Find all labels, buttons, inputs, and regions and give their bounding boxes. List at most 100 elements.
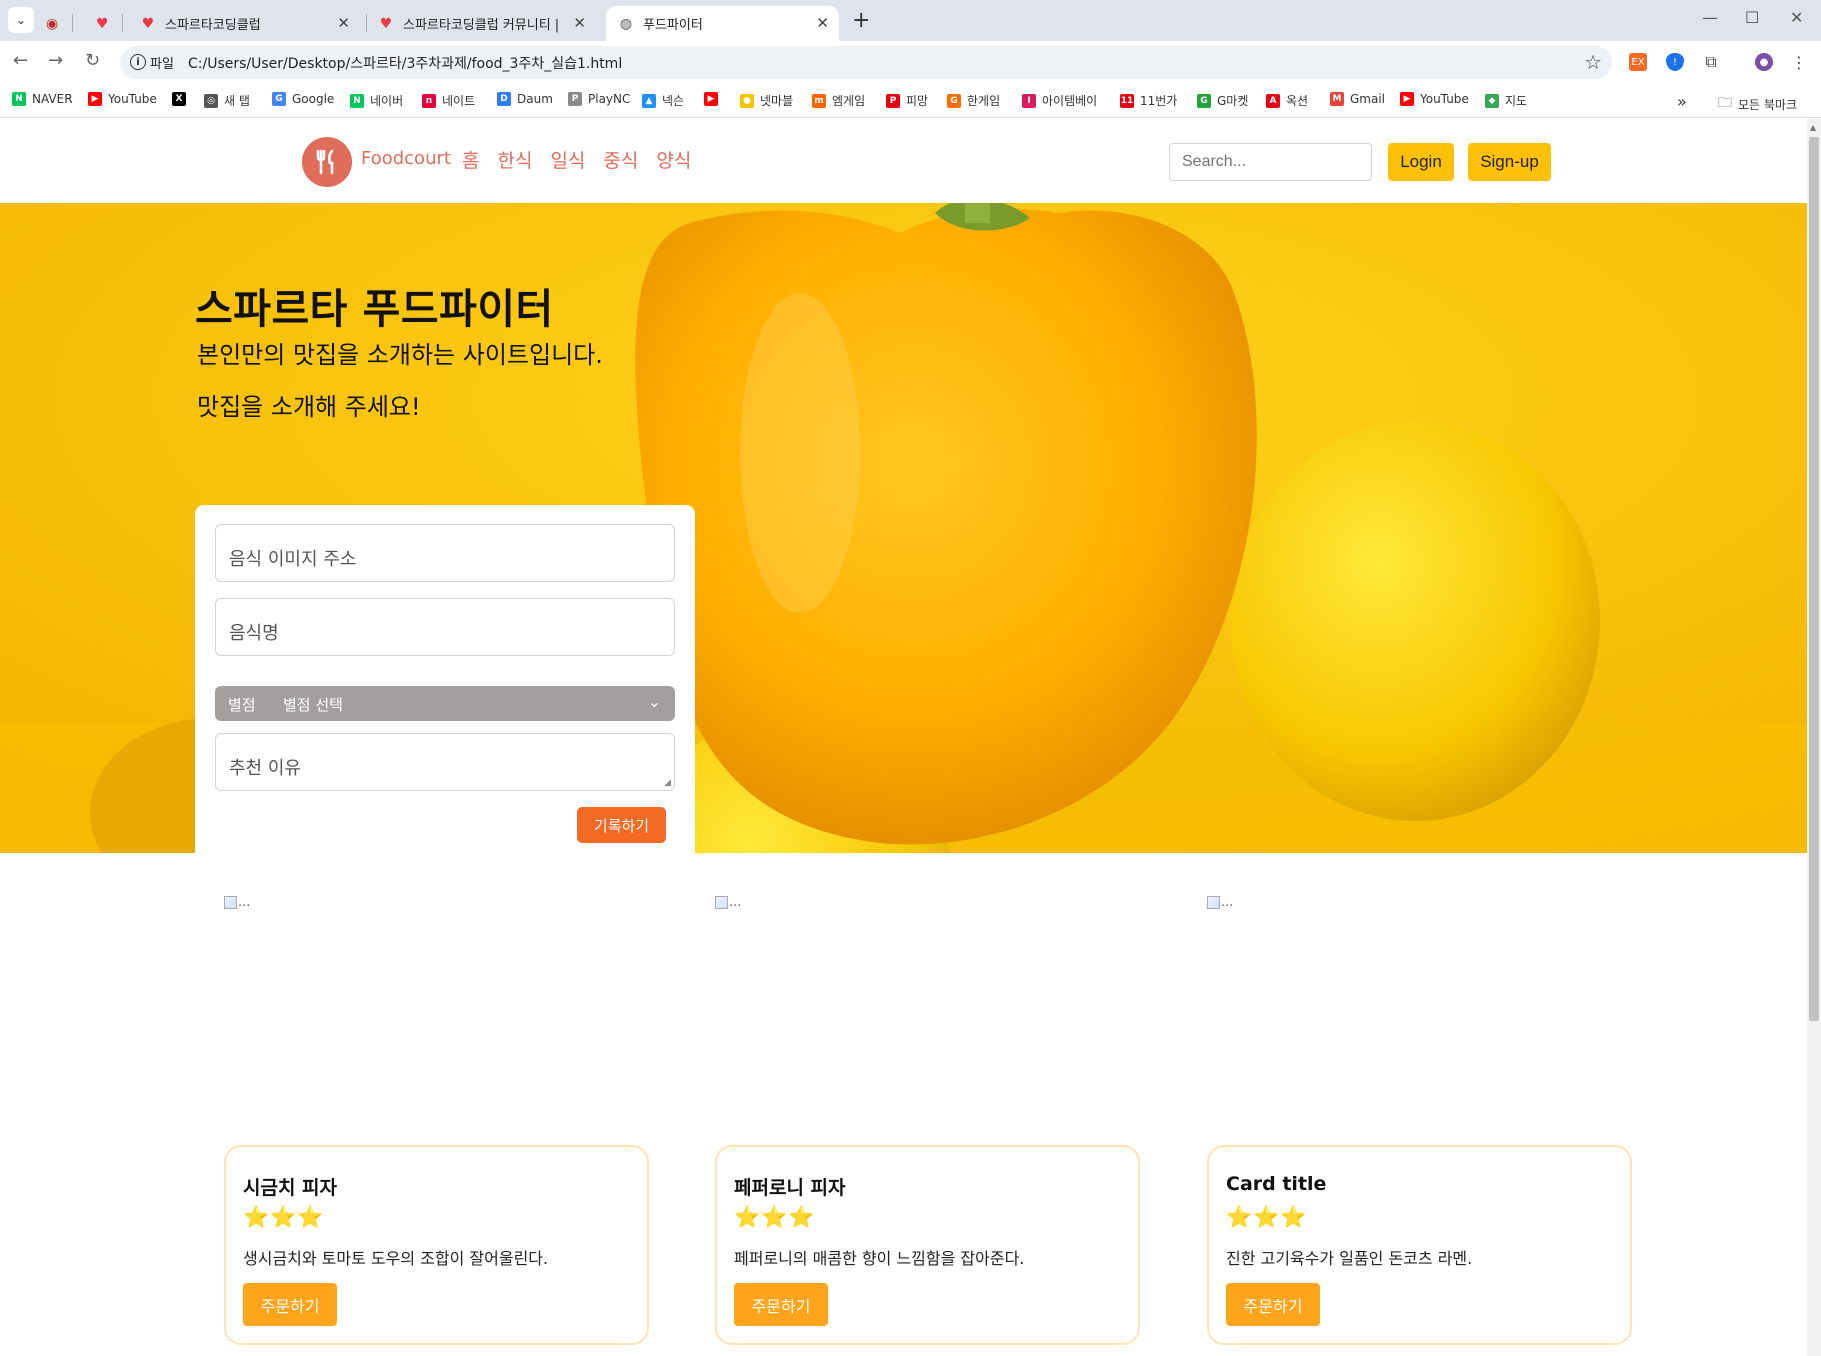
rating-select[interactable]: 별점 별점 선택 ⌄ <box>215 686 675 721</box>
search-input[interactable] <box>1169 143 1372 181</box>
minimize-icon[interactable]: — <box>1702 8 1718 27</box>
fork-knife-logo-icon[interactable] <box>302 137 352 187</box>
bookmark-item[interactable]: G 한게임 <box>947 92 1000 109</box>
bookmark-star-icon[interactable]: ☆ <box>1584 50 1602 74</box>
brand-name[interactable]: Foodcourt <box>361 148 451 169</box>
reload-icon[interactable]: ↻ <box>85 50 100 71</box>
bookmark-favicon-icon: I <box>1022 93 1036 108</box>
bookmark-label: Google <box>292 92 335 106</box>
image-alt-text: ... <box>238 895 251 910</box>
bookmark-item[interactable]: ▶ YouTube <box>88 92 157 106</box>
bookmark-favicon-icon: G <box>947 93 961 108</box>
url-text[interactable]: C:/Users/User/Desktop/스파르타/3주차과제/food_3주… <box>188 53 622 73</box>
heart-icon: ♥ <box>379 15 393 32</box>
bookmark-label: Gmail <box>1350 92 1386 106</box>
close-tab-icon[interactable]: ✕ <box>573 14 586 32</box>
close-tab-icon[interactable]: ✕ <box>337 14 350 32</box>
bookmark-item[interactable]: N 네이버 <box>350 92 403 109</box>
bookmark-label: NAVER <box>32 92 73 106</box>
site-info-icon[interactable]: i <box>130 54 146 70</box>
bookmark-label: 한게임 <box>967 94 1001 108</box>
food-name-input[interactable]: 음식명 <box>215 598 675 656</box>
shield-extension-icon[interactable]: ! <box>1666 53 1684 71</box>
signup-button[interactable]: Sign-up <box>1468 143 1551 181</box>
nav-japanese[interactable]: 일식 <box>550 146 585 173</box>
bookmark-item[interactable]: X <box>172 92 192 106</box>
tab-sparta-coding[interactable]: ♥ 스파르타코딩클럽 ✕ <box>140 6 360 41</box>
submit-button[interactable]: 기록하기 <box>577 807 666 843</box>
bookmark-item[interactable]: m 엠게임 <box>812 92 865 109</box>
food-card: Card title ⭐⭐⭐ 진한 고기육수가 일품인 돈코츠 라멘. 주문하기 <box>1207 1145 1632 1345</box>
page-scrollbar[interactable]: ▲ <box>1807 119 1821 1356</box>
maximize-icon[interactable]: ☐ <box>1745 8 1759 27</box>
address-bar[interactable]: i 파일 C:/Users/User/Desktop/스파르타/3주차과제/fo… <box>120 46 1612 79</box>
bookmark-favicon-icon: ◆ <box>1485 93 1499 108</box>
all-bookmarks-folder[interactable]: 🗀 모든 북마크 <box>1718 92 1797 116</box>
bookmark-item[interactable]: D Daum <box>497 92 553 106</box>
tab-pinned-heart[interactable]: ♥ <box>96 6 116 41</box>
scroll-thumb[interactable] <box>1809 137 1819 1021</box>
puzzle-extensions-icon[interactable]: ⧉ <box>1702 52 1720 71</box>
order-button[interactable]: 주문하기 <box>734 1283 828 1326</box>
nav-western[interactable]: 양식 <box>656 146 691 173</box>
hero-title: 스파르타 푸드파이터 <box>195 285 554 333</box>
bookmark-label: 넷마블 <box>760 94 794 108</box>
bookmark-favicon-icon: m <box>812 93 826 108</box>
bookmark-label: PlayNC <box>588 92 631 106</box>
extension-ex-icon[interactable]: EX <box>1629 53 1647 71</box>
new-tab-plus-icon[interactable]: + <box>852 8 870 33</box>
tab-sparta-community[interactable]: ♥ 스파르타코딩클럽 커뮤니티 | ✕ <box>378 6 596 41</box>
tab-title: 푸드파이터 <box>643 18 703 33</box>
record-icon: ◉ <box>46 15 59 32</box>
bookmark-item[interactable]: G G마켓 <box>1197 92 1248 109</box>
bookmark-item[interactable]: ▶ <box>704 92 724 106</box>
card-text: 진한 고기육수가 일품인 돈코츠 라멘. <box>1226 1249 1473 1268</box>
login-button[interactable]: Login <box>1388 143 1454 181</box>
bookmark-favicon-icon: ◎ <box>204 93 218 108</box>
browser-menu-icon[interactable]: ⋮ <box>1790 53 1808 72</box>
bookmark-item[interactable]: ◎ 새 탭 <box>204 92 250 109</box>
star-rating: ⭐⭐⭐ <box>734 1205 816 1229</box>
bookmark-favicon-icon: D <box>497 92 511 106</box>
bookmarks-overflow-icon[interactable]: » <box>1677 92 1687 111</box>
back-arrow-icon[interactable]: ← <box>13 50 28 71</box>
bookmark-item[interactable]: P 피망 <box>886 92 928 109</box>
bookmark-item[interactable]: G Google <box>272 92 334 106</box>
tab-title: 스파르타코딩클럽 <box>165 18 261 33</box>
chevron-down-icon: ⌄ <box>647 692 661 711</box>
bookmark-item[interactable]: I 아이템베이 <box>1022 92 1097 109</box>
bookmark-item[interactable]: 11 11번가 <box>1120 92 1177 109</box>
bookmark-favicon-icon: ▲ <box>642 93 656 108</box>
bookmark-item[interactable]: P PlayNC <box>568 92 630 106</box>
bookmark-label: 엠게임 <box>832 94 866 108</box>
nav-home[interactable]: 홈 <box>462 146 479 173</box>
reason-textarea[interactable]: 추천 이유 ◢ <box>215 733 675 791</box>
bookmark-item[interactable]: ● 넷마블 <box>740 92 793 109</box>
tab-search-chevron-icon[interactable]: ⌄ <box>8 7 34 33</box>
bookmark-item[interactable]: n 네이트 <box>422 92 475 109</box>
bookmark-item[interactable]: ▶ YouTube <box>1400 92 1469 106</box>
bookmark-item[interactable]: ◆ 지도 <box>1485 92 1527 109</box>
nav-korean[interactable]: 한식 <box>497 146 532 173</box>
window-close-icon[interactable]: ✕ <box>1790 8 1803 27</box>
close-tab-icon[interactable]: ✕ <box>816 14 829 32</box>
bookmark-label: 네이트 <box>442 94 476 108</box>
bookmark-favicon-icon: ● <box>740 93 754 108</box>
image-url-input[interactable]: 음식 이미지 주소 <box>215 524 675 582</box>
card-title: 시금치 피자 <box>243 1177 338 1199</box>
profile-avatar[interactable]: ● <box>1755 53 1773 71</box>
broken-image-icon <box>715 896 728 909</box>
bookmark-item[interactable]: A 옥션 <box>1266 92 1308 109</box>
order-button[interactable]: 주문하기 <box>1226 1283 1320 1326</box>
nav-chinese[interactable]: 중식 <box>603 146 638 173</box>
tab-pinned-record[interactable]: ◉ <box>46 6 66 41</box>
bookmark-item[interactable]: N NAVER <box>12 92 73 106</box>
bookmark-item[interactable]: M Gmail <box>1330 92 1385 106</box>
tab-food-fighter[interactable]: ◍ 푸드파이터 ✕ <box>606 6 839 41</box>
bookmark-item[interactable]: ▲ 넥슨 <box>642 92 684 109</box>
bookmark-favicon-icon: P <box>568 92 582 106</box>
forward-arrow-icon[interactable]: → <box>48 50 63 71</box>
resize-grip-icon[interactable]: ◢ <box>664 778 671 788</box>
scroll-up-arrow-icon[interactable]: ▲ <box>1810 123 1816 132</box>
order-button[interactable]: 주문하기 <box>243 1283 337 1326</box>
